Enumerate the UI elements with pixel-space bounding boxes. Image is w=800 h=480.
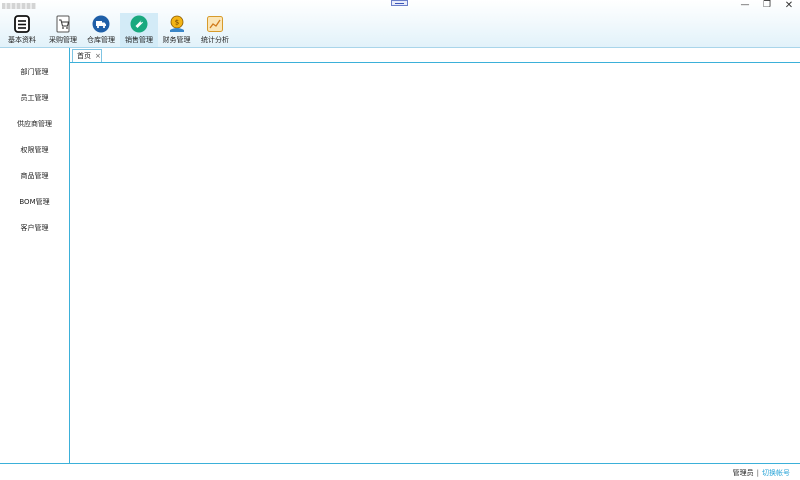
toolbar-label: 销售管理 (125, 36, 153, 44)
tag-icon (130, 15, 148, 33)
restore-tab-indicator[interactable] (391, 0, 408, 6)
main-content: 首页 × (70, 48, 800, 464)
toolbar-label: 仓库管理 (87, 36, 115, 44)
toolbar-finance[interactable]: $ 财务管理 (158, 13, 195, 47)
toolbar-basic-data[interactable]: 基本资料 (0, 13, 44, 47)
current-user: 管理员 (732, 469, 754, 477)
app-window: — ❐ ✕ 基本资料 采购管理 仓库管理 销售管理 $ 财务管理 统计分析 部门… (0, 0, 800, 480)
maximize-button[interactable]: ❐ (756, 0, 778, 12)
toolbar-warehouse[interactable]: 仓库管理 (82, 13, 120, 47)
cart-icon (56, 15, 70, 33)
sidebar: 部门管理 员工管理 供应商管理 权限管理 商品管理 BOM管理 客户管理 (0, 48, 70, 464)
close-button[interactable]: ✕ (778, 0, 800, 12)
toolbar-sales[interactable]: 销售管理 (120, 13, 158, 47)
money-icon: $ (169, 15, 184, 32)
status-separator: | (756, 469, 759, 477)
toolbar-label: 基本资料 (8, 36, 36, 44)
tab-label: 首页 (77, 52, 91, 60)
minimize-button[interactable]: — (734, 0, 756, 12)
tab-strip-border (70, 62, 800, 63)
toolbar-label: 采购管理 (49, 36, 77, 44)
toolbar-label: 统计分析 (201, 36, 229, 44)
title-and-toolbar-area: — ❐ ✕ 基本资料 采购管理 仓库管理 销售管理 $ 财务管理 统计分析 (0, 0, 800, 48)
status-bar: 管理员 | 切换帐号 (0, 463, 800, 480)
app-title-blurred (2, 3, 36, 9)
switch-account-link[interactable]: 切换帐号 (762, 469, 790, 477)
sidebar-item-permission[interactable]: 权限管理 (0, 145, 69, 155)
chart-icon (207, 16, 223, 32)
sidebar-item-department[interactable]: 部门管理 (0, 67, 69, 77)
sidebar-item-customer[interactable]: 客户管理 (0, 223, 69, 233)
tab-home[interactable]: 首页 × (72, 49, 102, 62)
sidebar-item-employee[interactable]: 员工管理 (0, 93, 69, 103)
account-status: 管理员 | 切换帐号 (733, 468, 790, 478)
close-icon[interactable]: × (95, 50, 101, 62)
toolbar-statistics[interactable]: 统计分析 (195, 13, 235, 47)
toolbar-label: 财务管理 (162, 36, 191, 44)
svg-text:$: $ (174, 19, 178, 27)
list-icon (14, 15, 30, 33)
sidebar-item-supplier[interactable]: 供应商管理 (0, 119, 69, 129)
sidebar-item-bom[interactable]: BOM管理 (0, 197, 69, 207)
toolbar-purchasing[interactable]: 采购管理 (44, 13, 82, 47)
sidebar-item-product[interactable]: 商品管理 (0, 171, 69, 181)
truck-icon (92, 15, 110, 33)
main-toolbar: 基本资料 采购管理 仓库管理 销售管理 $ 财务管理 统计分析 (0, 13, 235, 47)
